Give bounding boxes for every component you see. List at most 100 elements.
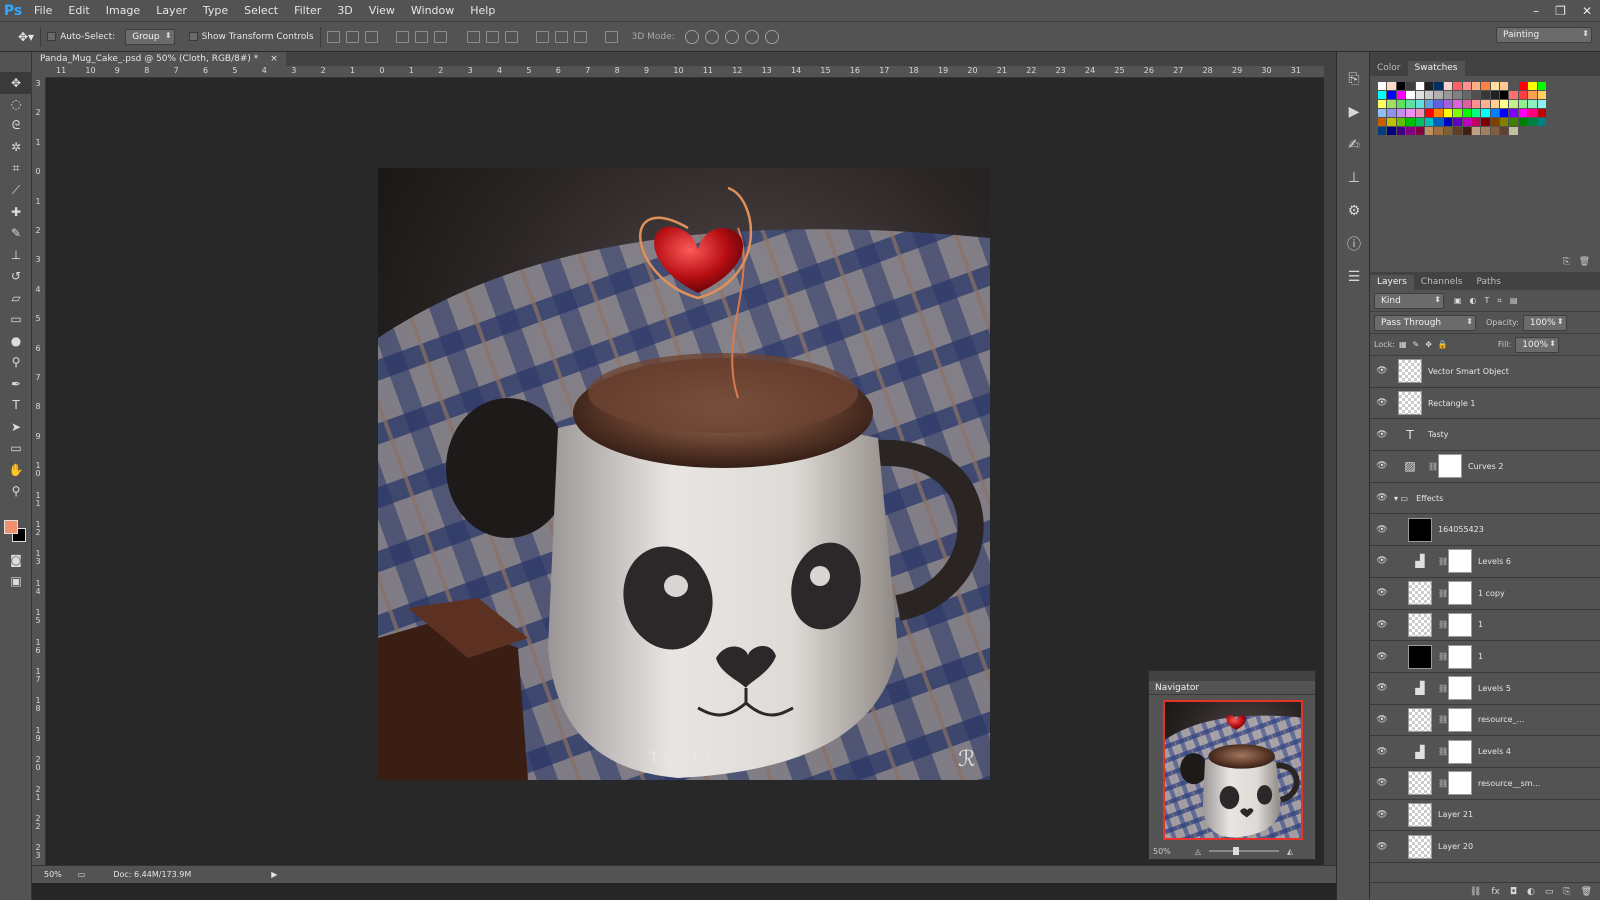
color-swatch[interactable] [1406, 118, 1415, 126]
color-swatch[interactable] [1434, 91, 1443, 99]
zoom-tool-icon[interactable]: ⚲ [0, 481, 32, 503]
color-swatch[interactable] [1528, 91, 1537, 99]
layer-name[interactable]: 1 [1478, 620, 1483, 629]
color-swatch[interactable] [1415, 82, 1424, 90]
layer-row[interactable]: 👁 164055423 [1370, 514, 1600, 547]
eraser-tool-icon[interactable]: ▱ [0, 287, 32, 309]
menu-image[interactable]: Image [98, 0, 148, 22]
layer-row[interactable]: 👁 ▟ ⛓ Levels 5 [1370, 673, 1600, 705]
layer-name[interactable]: Vector Smart Object [1428, 367, 1509, 376]
color-swatch[interactable] [1537, 82, 1547, 90]
align-left-icon[interactable] [395, 30, 409, 43]
move-tool-preset-icon[interactable]: ✥▾ [18, 30, 34, 44]
zoom-slider[interactable] [1208, 847, 1279, 855]
layer-row[interactable]: 👁 T Tasty [1370, 419, 1600, 452]
layer-name[interactable]: Layer 21 [1438, 810, 1473, 819]
layer-row[interactable]: 👁 ⛓ 1 [1370, 610, 1600, 642]
layer-row[interactable]: 👁 ▟ ⛓ Levels 4 [1370, 736, 1600, 768]
color-swatch[interactable] [1509, 91, 1518, 99]
color-swatch[interactable] [1424, 118, 1434, 126]
color-swatch[interactable] [1462, 91, 1471, 99]
layer-mask-thumbnail[interactable] [1448, 612, 1472, 637]
delete-layer-icon[interactable]: 🗑 [1581, 887, 1592, 897]
close-button[interactable]: ✕ [1582, 4, 1592, 18]
color-swatch[interactable] [1500, 82, 1509, 90]
color-swatch[interactable] [1528, 100, 1537, 108]
lock-icons[interactable]: ▦✎✥🔒 [1399, 340, 1454, 349]
color-swatch[interactable] [1471, 109, 1481, 117]
magic-wand-tool-icon[interactable]: ✲ [0, 137, 32, 159]
color-swatch[interactable] [1537, 91, 1547, 99]
color-swatch[interactable] [1500, 91, 1509, 99]
layer-style-icon[interactable]: fx [1491, 887, 1500, 897]
new-adjustment-icon[interactable]: ◐ [1527, 887, 1535, 897]
layer-name[interactable]: Rectangle 1 [1428, 399, 1475, 408]
color-swatch[interactable] [1387, 82, 1396, 90]
color-swatch[interactable] [1415, 100, 1424, 108]
color-swatch[interactable] [1462, 109, 1471, 117]
auto-select-checkbox[interactable] [47, 32, 57, 41]
drag-3d-icon[interactable] [724, 29, 739, 44]
color-swatch[interactable] [1443, 118, 1453, 126]
color-swatch[interactable] [1378, 100, 1387, 108]
visibility-eye-icon[interactable]: 👁 [1370, 525, 1394, 535]
layer-name[interactable]: 1 copy [1478, 589, 1505, 598]
gradient-tool-icon[interactable]: ▭ [0, 309, 32, 331]
path-selection-tool-icon[interactable]: ➤ [0, 416, 32, 438]
color-swatch[interactable] [1387, 100, 1396, 108]
tab-layers[interactable]: Layers [1370, 275, 1414, 290]
color-swatch[interactable] [1387, 118, 1396, 126]
color-swatch[interactable] [1443, 127, 1453, 135]
menu-type[interactable]: Type [195, 0, 236, 22]
align-right-icon[interactable] [433, 30, 447, 43]
color-swatch[interactable] [1471, 127, 1481, 135]
color-swatch[interactable] [1406, 100, 1415, 108]
color-swatch[interactable] [1453, 91, 1462, 99]
color-swatch[interactable] [1462, 82, 1471, 90]
swatch-new-icon[interactable]: ⎘ 🗑 [1563, 257, 1590, 267]
layer-kind-filter[interactable]: Kind [1374, 292, 1444, 309]
visibility-eye-icon[interactable]: 👁 [1370, 588, 1394, 598]
color-swatch[interactable] [1415, 118, 1424, 126]
actions-panel-icon[interactable]: ▶ [1337, 95, 1371, 128]
distribute-hcenter-icon[interactable] [554, 30, 568, 43]
color-swatch[interactable] [1481, 82, 1490, 90]
mask-link-icon[interactable]: ⛓ [1438, 715, 1448, 724]
layer-name[interactable]: 164055423 [1438, 525, 1484, 534]
visibility-eye-icon[interactable]: 👁 [1370, 398, 1394, 408]
blur-tool-icon[interactable]: ● [0, 330, 32, 352]
color-swatch[interactable] [1481, 100, 1490, 108]
navigator-zoom[interactable]: 50% [1153, 847, 1171, 856]
workspace-dropdown[interactable]: Painting [1496, 27, 1592, 43]
auto-select-dropdown[interactable]: Group [125, 28, 175, 45]
color-swatch[interactable] [1500, 109, 1509, 117]
canvas-area[interactable]: ℛ TASTY [46, 78, 1324, 865]
color-swatch[interactable] [1434, 109, 1443, 117]
color-swatch[interactable] [1415, 127, 1424, 135]
horizontal-ruler[interactable]: 11 10 9 8 7 6 5 4 3 2 1 0 1 2 3 4 5 6 7 8 9 10 11 12 13 14 15 16 17 1… [46, 66, 1324, 78]
color-swatch[interactable] [1396, 82, 1406, 90]
ruler-origin[interactable] [32, 66, 46, 78]
color-swatch[interactable] [1415, 109, 1424, 117]
color-swatch[interactable] [1528, 109, 1537, 117]
align-hcenter-icon[interactable] [414, 30, 428, 43]
link-layers-icon[interactable]: ⛓ [1470, 887, 1481, 897]
menu-3d[interactable]: 3D [329, 0, 360, 22]
visibility-eye-icon[interactable]: 👁 [1370, 620, 1394, 630]
color-swatch[interactable] [1378, 109, 1387, 117]
color-swatch[interactable] [1537, 100, 1547, 108]
lasso-tool-icon[interactable]: ᘓ [0, 115, 32, 137]
color-swatch[interactable] [1500, 127, 1509, 135]
layer-mask-thumbnail[interactable] [1438, 454, 1462, 479]
clone-source-icon[interactable]: ⊥ [1337, 161, 1371, 194]
menu-view[interactable]: View [361, 0, 403, 22]
mask-link-icon[interactable]: ⛓ [1438, 747, 1448, 756]
visibility-eye-icon[interactable]: 👁 [1370, 556, 1394, 566]
layer-name[interactable]: Levels 5 [1478, 684, 1511, 693]
color-swatch[interactable] [1537, 118, 1547, 126]
layer-row[interactable]: 👁 Vector Smart Object [1370, 356, 1600, 388]
scale-3d-icon[interactable] [764, 29, 779, 44]
brush-presets-icon[interactable]: ✍ [1337, 128, 1371, 161]
color-swatch[interactable] [1528, 118, 1537, 126]
color-swatch[interactable] [1406, 82, 1415, 90]
